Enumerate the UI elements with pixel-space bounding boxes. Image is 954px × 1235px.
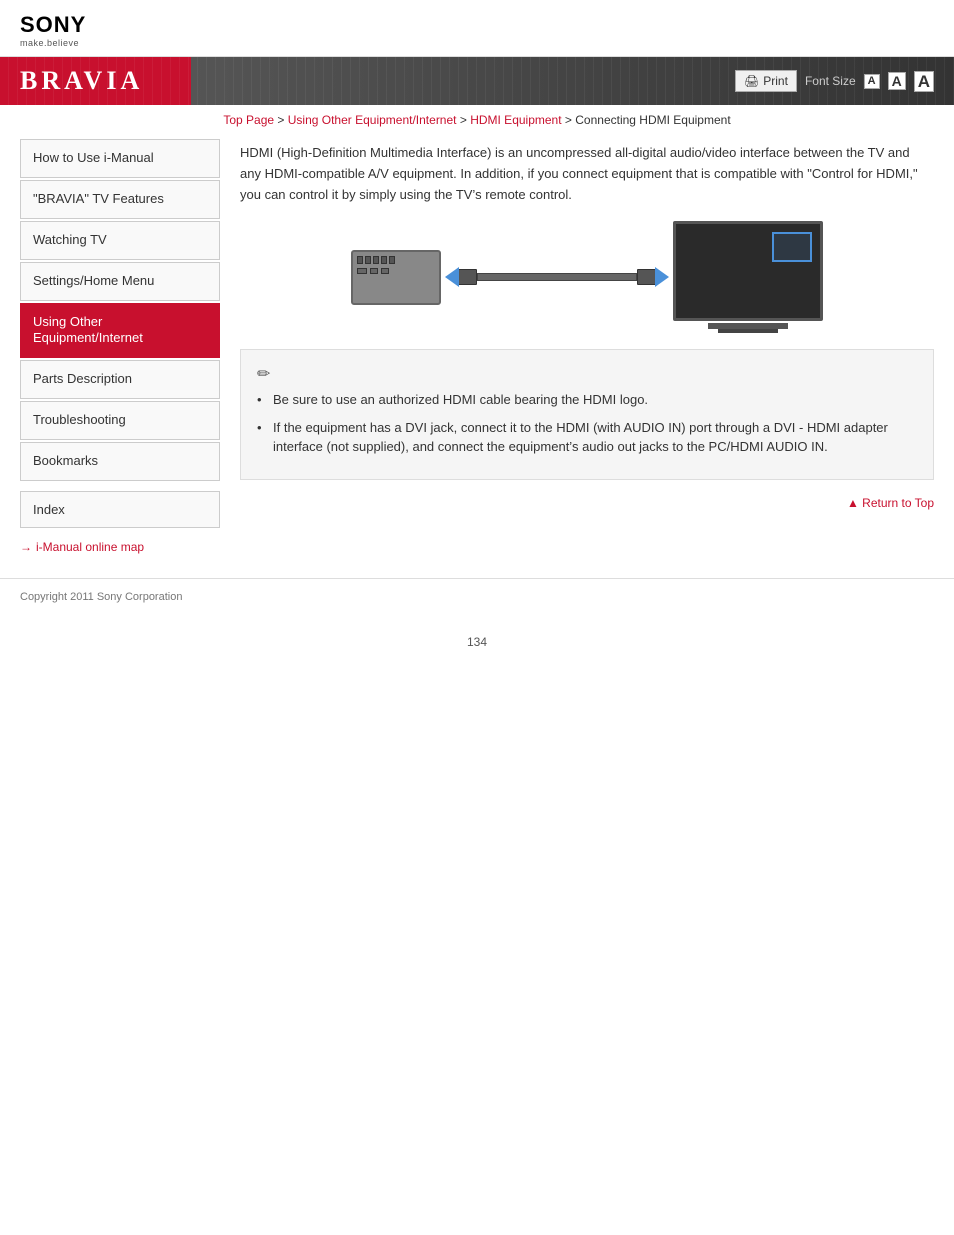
source-port-3 [373,256,379,264]
sidebar-item-settings[interactable]: Settings/Home Menu [20,262,220,301]
source-port-4 [381,256,387,264]
sidebar-item-bookmarks[interactable]: Bookmarks [20,442,220,481]
tv-device [673,221,823,333]
printer-icon: 🖨 [744,74,759,88]
source-port-row2-2 [370,268,378,274]
notes-box: ✏ Be sure to use an authorized HDMI cabl… [240,349,934,480]
copyright-text: Copyright 2011 Sony Corporation [20,591,182,603]
sidebar-item-parts-desc[interactable]: Parts Description [20,360,220,399]
header: SONY make.believe BRAVIA 🖨 Print Font Si… [0,0,954,105]
tv-screen [673,221,823,321]
breadcrumb: Top Page > Using Other Equipment/Interne… [0,105,954,135]
bravia-title: BRAVIA [20,66,143,96]
hdmi-diagram-inner [351,221,823,333]
sidebar: How to Use i-Manual "BRAVIA" TV Features… [20,139,220,558]
sidebar-index[interactable]: Index [20,491,220,528]
hdmi-diagram [240,221,934,333]
cable-assembly [445,267,669,287]
sidebar-item-troubleshooting[interactable]: Troubleshooting [20,401,220,440]
breadcrumb-link3[interactable]: HDMI Equipment [470,113,561,127]
source-port-row2-1 [357,268,367,274]
sidebar-online-map-link[interactable]: i-Manual online map [20,536,220,558]
sony-tagline: make.believe [20,38,934,48]
main-layout: How to Use i-Manual "BRAVIA" TV Features… [0,139,954,558]
note-item-1: Be sure to use an authorized HDMI cable … [257,390,917,410]
notes-list: Be sure to use an authorized HDMI cable … [257,390,917,457]
footer: Copyright 2011 Sony Corporation [0,578,954,615]
return-top-link[interactable]: Return to Top [847,496,934,510]
source-device [351,250,441,305]
arrow-left [445,267,459,287]
source-port-5 [389,256,395,264]
breadcrumb-top-page[interactable]: Top Page [223,113,274,127]
font-size-label: Font Size [805,74,856,88]
content-area: HDMI (High-Definition Multimedia Interfa… [240,139,934,558]
breadcrumb-link2[interactable]: Using Other Equipment/Internet [288,113,457,127]
bravia-controls: 🖨 Print Font Size A A A [735,70,934,92]
breadcrumb-current: Connecting HDMI Equipment [575,113,730,127]
source-port-row2-3 [381,268,389,274]
hdmi-connector-right [637,269,657,285]
sony-name: SONY [20,12,934,38]
sidebar-item-using-other[interactable]: Using Other Equipment/Internet [20,303,220,359]
hdmi-connector-left [457,269,477,285]
bravia-bar: BRAVIA 🖨 Print Font Size A A A [0,57,954,105]
content-description: HDMI (High-Definition Multimedia Interfa… [240,143,934,205]
source-ports [357,256,395,264]
font-small-button[interactable]: A [864,74,880,89]
breadcrumb-sep2: > [460,113,470,127]
print-label: Print [763,74,788,88]
font-large-button[interactable]: A [914,71,934,92]
sidebar-item-how-to-use[interactable]: How to Use i-Manual [20,139,220,178]
sidebar-item-bravia-features[interactable]: "BRAVIA" TV Features [20,180,220,219]
breadcrumb-sep1: > [277,113,287,127]
tv-screen-highlight [772,232,812,262]
notes-icon: ✏ [257,364,917,384]
sidebar-item-watching-tv[interactable]: Watching TV [20,221,220,260]
tv-base [718,329,778,333]
hdmi-cable [477,273,637,281]
font-medium-button[interactable]: A [888,72,906,90]
sony-logo: SONY make.believe [20,12,934,48]
breadcrumb-sep3: > [565,113,575,127]
print-button[interactable]: 🖨 Print [735,70,797,92]
note-item-2: If the equipment has a DVI jack, connect… [257,418,917,457]
source-port-2 [365,256,371,264]
source-port-1 [357,256,363,264]
page-number: 134 [0,635,954,659]
return-to-top: Return to Top [240,492,934,514]
arrow-right [655,267,669,287]
